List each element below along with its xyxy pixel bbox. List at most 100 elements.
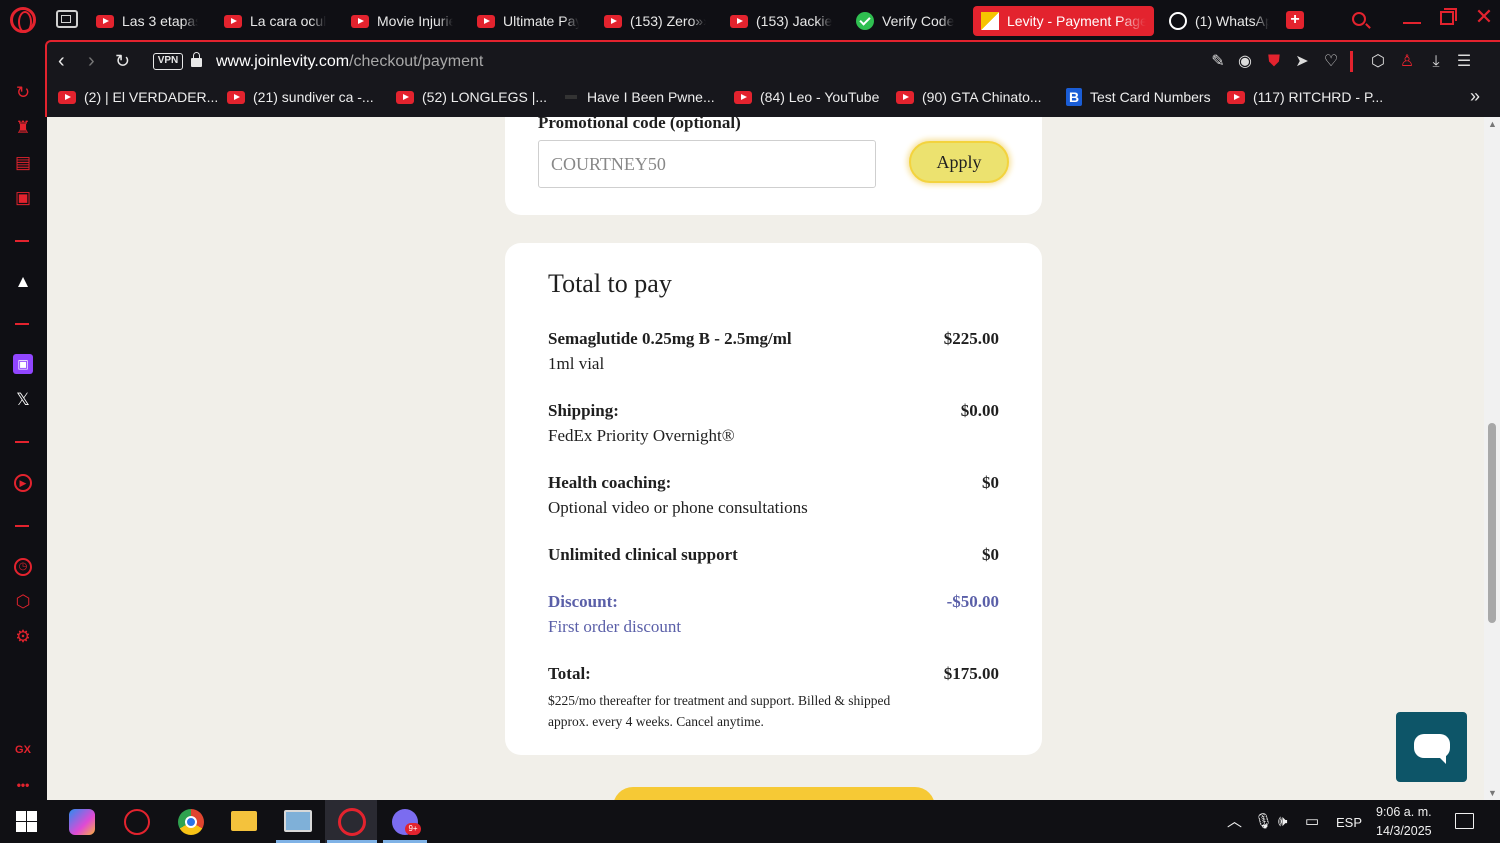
tab-la-cara-oculta[interactable]: La cara ocult	[216, 6, 334, 36]
new-tab-button[interactable]: +	[1286, 11, 1304, 29]
volume-icon[interactable]: 🕪︎	[1278, 812, 1287, 832]
gx-cleaner-icon[interactable]: ♜	[13, 118, 33, 138]
bookmark-item[interactable]: B Test Card Numbers	[1066, 84, 1211, 110]
tab-las-3-etapas[interactable]: Las 3 etapas	[88, 6, 206, 36]
sidebar-more-icon[interactable]: •••	[13, 775, 33, 795]
billing-note: $225/mo thereafter for treatment and sup…	[548, 693, 891, 729]
search-tabs-icon[interactable]	[1352, 12, 1366, 26]
easy-setup-menu-icon[interactable]: ☰	[1454, 52, 1474, 72]
network-icon[interactable]: ▭	[1305, 812, 1319, 832]
tab-jackie[interactable]: (153) Jackie	[722, 6, 840, 36]
minimize-button[interactable]	[1403, 22, 1421, 24]
bookmark-item[interactable]: (117) RITCHRD - P...	[1227, 84, 1383, 110]
restore-button[interactable]	[1440, 8, 1457, 25]
tab-whatsapp[interactable]: (1) WhatsAp	[1161, 6, 1277, 36]
tab-movie-injuries[interactable]: Movie Injurie	[343, 6, 461, 36]
tab-levity-payment[interactable]: Levity - Payment Page	[973, 6, 1154, 36]
opera-logo-icon[interactable]	[10, 7, 36, 33]
microphone-icon[interactable]: 🎙︎	[1254, 812, 1273, 832]
scroll-down-arrow-icon[interactable]: ▼	[1488, 788, 1497, 798]
opera-gx-icon[interactable]	[124, 809, 150, 835]
bookmark-heart-icon[interactable]: ♡	[1321, 52, 1341, 72]
windows-start-icon[interactable]	[16, 811, 37, 832]
ram-limiter-icon[interactable]: ▣	[13, 188, 33, 208]
bookmark-label: Test Card Numbers	[1090, 89, 1211, 105]
tab-verify-code[interactable]: Verify Code	[848, 6, 966, 36]
opera-icon[interactable]	[338, 808, 366, 836]
tab-islands-icon[interactable]	[56, 10, 78, 28]
youtube-icon	[227, 90, 245, 104]
line-item-desc: 1ml vial	[548, 354, 605, 373]
forward-button[interactable]: ›	[88, 51, 104, 72]
bookmark-item[interactable]: (84) Leo - YouTube	[734, 84, 879, 110]
address-bar[interactable]: www.joinlevity.com/checkout/payment	[216, 52, 483, 72]
discord-notification-badge: 9+	[405, 823, 421, 835]
twitch-icon[interactable]: ▣	[13, 354, 33, 374]
back-button[interactable]: ‹	[58, 51, 74, 72]
file-explorer-icon[interactable]	[231, 811, 257, 831]
line-item-name: Semaglutide 0.25mg B - 2.5mg/ml	[548, 329, 792, 348]
bookmark-label: Have I Been Pwne...	[587, 89, 715, 105]
remote-desktop-icon[interactable]	[284, 810, 312, 832]
bookmark-item[interactable]: (21) sundiver ca -...	[227, 84, 374, 110]
whatsapp-icon	[1169, 12, 1187, 30]
tab-strip: Las 3 etapas La cara ocult Movie Injurie…	[0, 0, 1500, 40]
notification-center-icon[interactable]	[1455, 813, 1474, 829]
chrome-icon[interactable]	[178, 809, 204, 835]
youtube-icon	[730, 14, 748, 28]
tab-zero[interactable]: (153) Zero»»	[596, 6, 714, 36]
tab-label: (1) WhatsAp	[1195, 13, 1269, 29]
b-letter-icon: B	[1066, 88, 1082, 106]
sidebar-divider	[15, 323, 29, 325]
youtube-icon	[58, 90, 76, 104]
promo-code-input[interactable]	[538, 140, 876, 188]
bookmark-item[interactable]: (2) | El VERDADER...	[58, 84, 218, 110]
page-scrollbar[interactable]: ▲ ▼	[1484, 117, 1500, 800]
close-window-button[interactable]: ✕	[1474, 6, 1494, 28]
checkout-button[interactable]	[613, 787, 935, 800]
history-icon[interactable]: ◷	[14, 558, 32, 576]
scroll-up-arrow-icon[interactable]: ▲	[1488, 119, 1497, 129]
copilot-icon[interactable]	[69, 809, 95, 835]
profile-icon[interactable]: ♙	[1397, 52, 1417, 72]
clock[interactable]: 9:06 a. m. 14/3/2025	[1376, 803, 1432, 841]
apply-promo-button[interactable]: Apply	[909, 141, 1009, 183]
vpn-badge[interactable]: VPN	[153, 53, 183, 70]
opera-sidebar: ↻ ♜ ▤ ▣ ▲ ▣ 𝕏 ▶ ◷ ⬡ ⚙ GX •••	[0, 40, 46, 800]
reload-button[interactable]: ↻	[115, 52, 133, 72]
lock-icon[interactable]	[191, 52, 202, 67]
line-item-name: Unlimited clinical support	[548, 545, 738, 564]
bookmark-item[interactable]: (90) GTA Chinato...	[896, 84, 1042, 110]
extensions-cube-icon[interactable]: ⬡	[13, 592, 33, 612]
send-icon[interactable]: ➤	[1292, 52, 1312, 72]
tab-label: Verify Code	[882, 13, 955, 29]
extensions-icon[interactable]: ⬡	[1368, 52, 1388, 72]
tab-ultimate-pay[interactable]: Ultimate Pay	[469, 6, 587, 36]
bookmark-label: (2) | El VERDADER...	[84, 89, 219, 105]
ad-blocker-shield-icon[interactable]: ⛊	[1264, 52, 1284, 72]
gx-corner-icon[interactable]: ▲	[13, 272, 33, 292]
settings-gear-icon[interactable]: ⚙	[13, 627, 33, 647]
bookmark-item[interactable]: Have I Been Pwne...	[563, 84, 715, 110]
line-item-total: Total: $175.00 $225/mo thereafter for tr…	[548, 664, 999, 738]
scroll-thumb[interactable]	[1488, 423, 1496, 623]
youtube-icon	[734, 90, 752, 104]
tray-overflow-chevron-icon[interactable]: ︿	[1227, 812, 1242, 832]
verify-check-icon	[856, 12, 874, 30]
input-language[interactable]: ESP	[1336, 813, 1362, 833]
youtube-icon	[1227, 90, 1245, 104]
camera-icon[interactable]: ◉	[1235, 52, 1255, 72]
bookmark-item[interactable]: (52) LONGLEGS |...	[396, 84, 547, 110]
snapshot-edit-icon[interactable]: ✎	[1208, 52, 1228, 72]
bookmarks-more-chevron-icon[interactable]: »	[1470, 86, 1480, 106]
player-icon[interactable]: ▶	[14, 474, 32, 492]
x-twitter-icon[interactable]: 𝕏	[13, 390, 33, 410]
download-icon[interactable]: ⤓	[1426, 52, 1446, 72]
line-item-name: Health coaching:	[548, 473, 672, 492]
line-item-health-coaching: Health coaching: Optional video or phone…	[548, 473, 999, 523]
total-title: Total to pay	[548, 269, 672, 298]
chat-support-button[interactable]	[1396, 712, 1467, 782]
hot-tabs-killer-icon[interactable]: ▤	[13, 153, 33, 173]
gx-label[interactable]: GX	[13, 740, 33, 760]
gx-control-icon[interactable]: ↻	[13, 83, 33, 103]
